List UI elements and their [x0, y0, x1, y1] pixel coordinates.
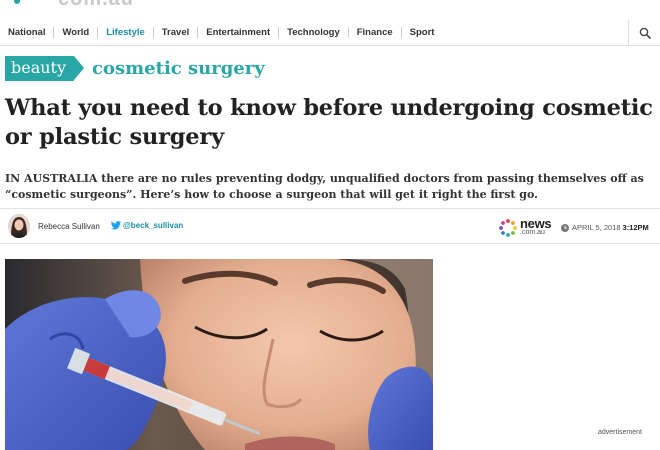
logo-wordmark: com.au [58, 0, 134, 11]
section-breadcrumb: beauty cosmetic surgery [5, 56, 265, 81]
section-tag-beauty[interactable]: beauty [5, 56, 85, 81]
nav-item-technology[interactable]: Technology [279, 27, 349, 38]
twitter-icon [111, 221, 121, 230]
nav-item-national[interactable]: National [0, 27, 55, 38]
nav-item-finance[interactable]: Finance [349, 27, 402, 38]
source-logo[interactable]: news .com.au [498, 216, 556, 239]
search-button[interactable] [628, 19, 660, 46]
author-avatar[interactable] [8, 214, 30, 238]
clock-icon [561, 223, 569, 232]
author-name[interactable]: Rebecca Sullivan [38, 222, 100, 231]
article-hero-image[interactable] [5, 259, 433, 450]
logo-mark [14, 0, 20, 4]
nav-item-lifestyle[interactable]: Lifestyle [98, 27, 154, 38]
publish-date: APRIL 5, 2018 3:12PM [561, 223, 649, 232]
subsection-link[interactable]: cosmetic surgery [92, 58, 265, 79]
nav-item-world[interactable]: World [54, 27, 99, 38]
nav-item-entertainment[interactable]: Entertainment [198, 27, 280, 38]
publish-date-text: APRIL 5, 2018 [572, 223, 621, 232]
hero-photo [5, 259, 433, 450]
article-standfirst: IN AUSTRALIA there are no rules preventi… [5, 172, 644, 201]
nav-item-travel[interactable]: Travel [154, 27, 199, 38]
byline-bar: Rebecca Sullivan @beck_sullivan news .co… [0, 208, 660, 244]
twitter-handle: @beck_sullivan [123, 221, 184, 230]
advertisement-label: advertisement [598, 429, 642, 436]
nav-item-sport[interactable]: Sport [402, 27, 443, 38]
search-icon [639, 27, 651, 39]
avatar-image [8, 214, 30, 238]
main-nav: National World Lifestyle Travel Entertai… [0, 19, 660, 46]
site-logo[interactable]: com.au [0, 0, 170, 10]
source-domain: .com.au [520, 229, 545, 236]
news-dots-icon [499, 219, 517, 237]
article-headline: What you need to know before undergoing … [5, 95, 653, 150]
publish-time: 3:12PM [622, 223, 649, 232]
twitter-link[interactable]: @beck_sullivan [111, 221, 183, 230]
